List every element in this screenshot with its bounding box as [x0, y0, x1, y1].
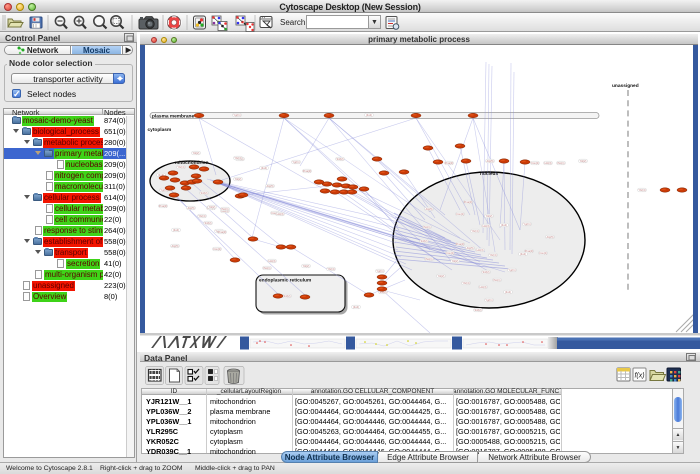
- svg-text:(4x4): (4x4): [261, 166, 267, 170]
- svg-text:(4x4): (4x4): [353, 305, 359, 309]
- svg-text:Ygr(1): Ygr(1): [292, 160, 299, 164]
- svg-text:Ygr(1): Ygr(1): [508, 268, 515, 272]
- svg-text:Pma(3): Pma(3): [159, 204, 168, 208]
- svg-text:Ybr(4): Ybr(4): [234, 156, 241, 160]
- svg-text:Ybr(4): Ybr(4): [638, 188, 645, 192]
- svg-text:Pet(1): Pet(1): [557, 161, 564, 165]
- svg-text:Pma(3): Pma(3): [525, 249, 534, 253]
- svg-text:Pma(3): Pma(3): [464, 200, 473, 204]
- svg-text:Pet(1): Pet(1): [423, 225, 430, 229]
- svg-text:Pet(1): Pet(1): [263, 266, 270, 270]
- svg-text:Snf(2): Snf(2): [200, 191, 207, 195]
- svg-text:Hxt(3): Hxt(3): [268, 259, 275, 263]
- svg-text:cytoplasm: cytoplasm: [148, 127, 172, 133]
- svg-text:Ygr(1): Ygr(1): [233, 113, 240, 117]
- svg-text:Hxt(3): Hxt(3): [476, 248, 483, 252]
- svg-text:Ybr(4): Ybr(4): [462, 281, 469, 285]
- svg-text:Snf(2): Snf(2): [204, 221, 211, 225]
- svg-text:Ybr(4): Ybr(4): [327, 267, 334, 271]
- svg-text:Pet(1): Pet(1): [425, 257, 432, 261]
- svg-text:Yol(2): Yol(2): [438, 274, 445, 278]
- svg-text:Cox(2): Cox(2): [213, 247, 221, 251]
- svg-text:f(x): f(x): [634, 373, 644, 380]
- svg-text:Hxt(3): Hxt(3): [479, 285, 486, 289]
- svg-text:Atp(5): Atp(5): [171, 244, 178, 248]
- svg-text:Atp(5): Atp(5): [266, 184, 273, 188]
- svg-text:Snf(2): Snf(2): [474, 308, 481, 312]
- svg-text:(4x4): (4x4): [501, 223, 507, 227]
- svg-text:Atp(5): Atp(5): [187, 206, 194, 210]
- svg-text:Ybr(4): Ybr(4): [198, 214, 205, 218]
- svg-text:(4x4): (4x4): [366, 113, 372, 117]
- svg-text:Pma(3): Pma(3): [218, 230, 227, 234]
- svg-text:Pet(1): Pet(1): [221, 207, 228, 211]
- svg-text:Yol(2): Yol(2): [580, 159, 587, 163]
- svg-text:Ybr(4): Ybr(4): [177, 165, 184, 169]
- svg-text:Hxt(3): Hxt(3): [482, 224, 489, 228]
- svg-text:Ygr(1): Ygr(1): [376, 269, 383, 273]
- svg-text:Yol(2): Yol(2): [209, 205, 216, 209]
- svg-text:Snf(2): Snf(2): [482, 270, 489, 274]
- svg-text:Yol(2): Yol(2): [486, 214, 493, 218]
- svg-text:Pma(3): Pma(3): [456, 242, 465, 246]
- svg-text:Yol(2): Yol(2): [303, 264, 310, 268]
- svg-text:plasma membrane: plasma membrane: [152, 114, 194, 120]
- svg-text:Ybr(4): Ybr(4): [489, 253, 496, 257]
- svg-text:Cox(2): Cox(2): [446, 251, 454, 255]
- svg-text:Atp(5): Atp(5): [486, 159, 493, 163]
- svg-text:Yol(2): Yol(2): [235, 177, 242, 181]
- svg-text:Atp(5): Atp(5): [546, 235, 553, 239]
- svg-text:Hxt(3): Hxt(3): [544, 161, 551, 165]
- svg-text:Cox(2): Cox(2): [531, 161, 539, 165]
- svg-text:Yol(2): Yol(2): [193, 151, 200, 155]
- svg-text:Pet(1): Pet(1): [493, 278, 500, 282]
- svg-text:Snf(2): Snf(2): [420, 239, 427, 243]
- svg-text:Cox(2): Cox(2): [456, 212, 464, 216]
- svg-text:Ygr(1): Ygr(1): [485, 298, 492, 302]
- svg-text:Atp(5): Atp(5): [466, 246, 473, 250]
- svg-text:Snf(2): Snf(2): [283, 294, 290, 298]
- svg-text:Pma(3): Pma(3): [303, 169, 312, 173]
- svg-text:Ybr(4): Ybr(4): [471, 229, 478, 233]
- svg-text:Hxt(3): Hxt(3): [276, 212, 283, 216]
- svg-text:Cox(2): Cox(2): [539, 251, 547, 255]
- svg-text:endoplasmic reticulum: endoplasmic reticulum: [259, 278, 311, 284]
- svg-text:(4x4): (4x4): [173, 228, 179, 232]
- svg-text:Pma(3): Pma(3): [445, 161, 454, 165]
- svg-text:unassigned: unassigned: [612, 83, 639, 89]
- svg-text:Ygr(1): Ygr(1): [523, 222, 530, 226]
- svg-text:Atp(5): Atp(5): [425, 207, 432, 211]
- svg-text:(4x4): (4x4): [505, 290, 511, 294]
- svg-text:Snf(2): Snf(2): [336, 157, 343, 161]
- svg-text:Yol(2): Yol(2): [452, 259, 459, 263]
